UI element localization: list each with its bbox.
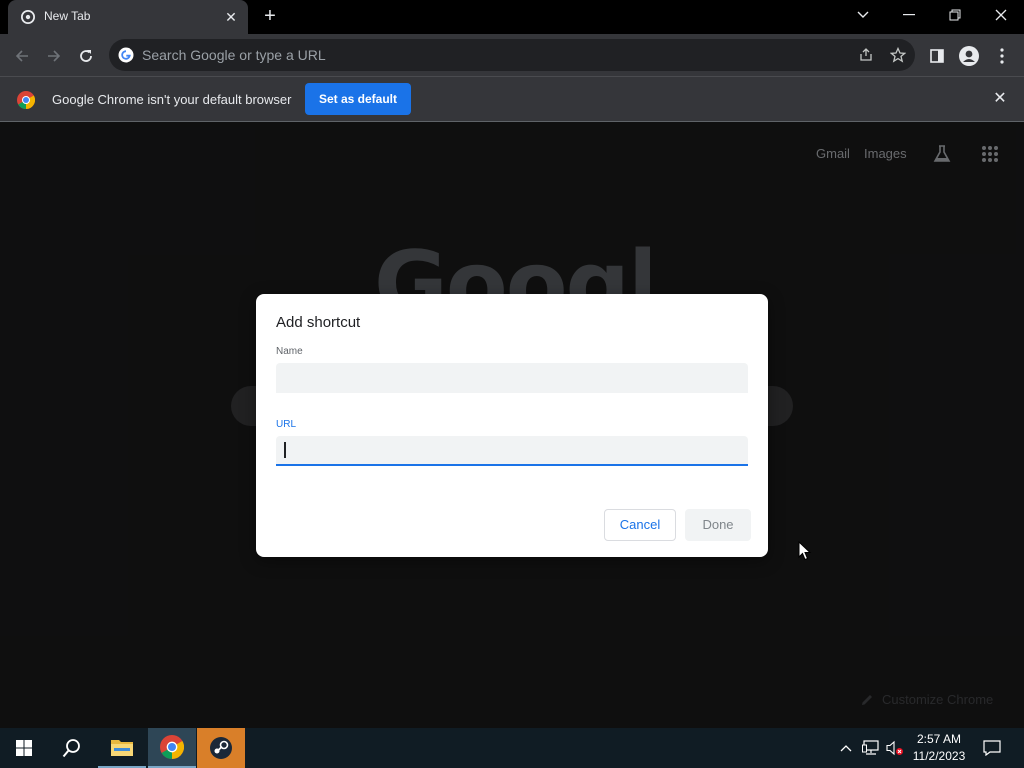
done-button[interactable]: Done: [685, 509, 751, 541]
search-icon[interactable]: [48, 728, 96, 768]
reload-icon[interactable]: [72, 42, 100, 70]
notifications-icon[interactable]: [976, 728, 1008, 768]
file-explorer-icon[interactable]: [98, 728, 146, 768]
tab-close-icon[interactable]: ✕: [222, 8, 240, 26]
set-as-default-button[interactable]: Set as default: [305, 83, 411, 115]
url-field[interactable]: [276, 436, 748, 466]
menu-kebab-icon[interactable]: [988, 42, 1016, 70]
close-window-icon[interactable]: [978, 0, 1024, 30]
browser-toolbar: Search Google or type a URL: [0, 34, 1024, 76]
omnibox[interactable]: Search Google or type a URL: [109, 39, 915, 71]
default-browser-infobar: Google Chrome isn't your default browser…: [0, 76, 1024, 122]
omnibox-placeholder: Search Google or type a URL: [142, 47, 326, 63]
cancel-button[interactable]: Cancel: [604, 509, 676, 541]
add-shortcut-dialog: Add shortcut Name URL Cancel Done: [256, 294, 768, 557]
name-label: Name: [276, 346, 303, 357]
infobar-message: Google Chrome isn't your default browser: [52, 92, 292, 107]
chrome-icon: [21, 10, 35, 24]
name-field[interactable]: [276, 363, 748, 393]
clock-date: 11/2/2023: [912, 749, 966, 763]
infobar-close-icon[interactable]: ✕: [991, 90, 1009, 108]
forward-icon[interactable]: [40, 42, 68, 70]
side-panel-icon[interactable]: [923, 42, 951, 70]
tab-strip: New Tab ✕ +: [0, 0, 1024, 34]
profile-avatar-icon[interactable]: [955, 42, 983, 70]
windows-taskbar: 2:57 AM 11/2/2023: [0, 728, 1024, 768]
tab-search-chevron-icon[interactable]: [840, 0, 886, 30]
bookmark-star-icon[interactable]: [890, 47, 906, 63]
windows-start-icon[interactable]: [0, 728, 48, 768]
clock[interactable]: 2:57 AM 11/2/2023: [906, 731, 972, 765]
volume-muted-icon[interactable]: [884, 728, 906, 768]
share-icon[interactable]: [858, 47, 874, 63]
network-icon[interactable]: [860, 728, 882, 768]
google-g-icon: [118, 47, 134, 63]
dialog-title: Add shortcut: [276, 314, 361, 331]
url-label: URL: [276, 419, 297, 430]
text-caret: [284, 442, 286, 458]
chrome-logo-icon: [17, 91, 35, 109]
clock-time: 2:57 AM: [916, 732, 962, 746]
tray-chevron-up-icon[interactable]: [836, 728, 856, 768]
mouse-cursor-icon: [798, 541, 812, 561]
steam-icon[interactable]: [197, 728, 245, 768]
back-icon[interactable]: [8, 42, 36, 70]
minimize-icon[interactable]: [886, 0, 932, 30]
tab-title: New Tab: [44, 9, 91, 23]
screen: New Tab ✕ + Search Google or type a URL …: [0, 0, 1024, 768]
tab-new-tab[interactable]: New Tab ✕: [8, 0, 248, 34]
new-tab-icon[interactable]: +: [259, 6, 281, 28]
restore-icon[interactable]: [932, 0, 978, 30]
chrome-taskbar-icon[interactable]: [148, 728, 196, 768]
